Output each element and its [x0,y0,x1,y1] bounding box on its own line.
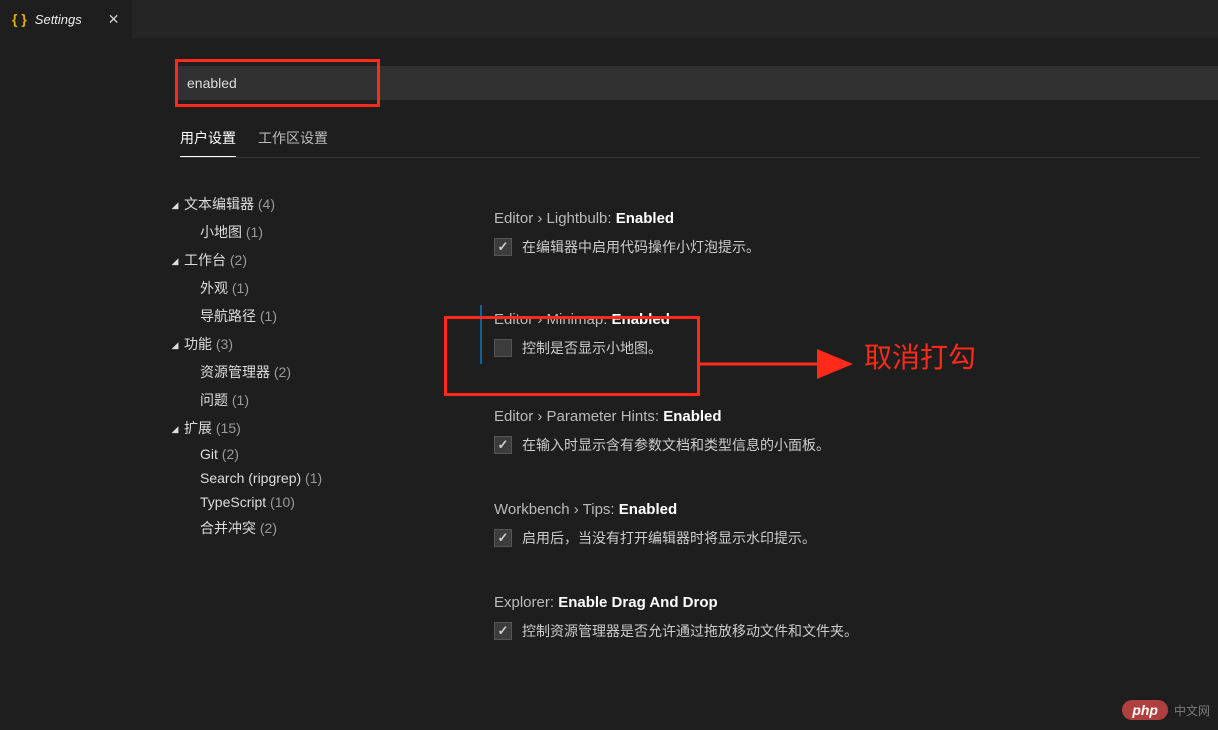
chevron-down-icon: ◢ [170,200,180,211]
tree-breadcrumbs[interactable]: 导航路径 (1) [160,302,440,330]
tree-git[interactable]: Git (2) [160,442,440,466]
watermark-pill: php [1122,700,1168,720]
tab-settings[interactable]: { } Settings ✕ [0,0,132,38]
setting-desc: 控制是否显示小地图。 [522,338,662,358]
tree-explorer[interactable]: 资源管理器 (2) [160,358,440,386]
chevron-down-icon: ◢ [170,340,180,351]
setting-desc: 在输入时显示含有参数文档和类型信息的小面板。 [522,435,830,455]
checkbox-drag-drop[interactable] [494,622,512,640]
tree-appearance[interactable]: 外观 (1) [160,274,440,302]
settings-subtabs: 用户设置 工作区设置 [180,128,1200,158]
tree-minimap[interactable]: 小地图 (1) [160,218,440,246]
setting-title: Editor › Parameter Hints: Enabled [494,408,1208,425]
checkbox-tips[interactable] [494,529,512,547]
tree-text-editor[interactable]: ◢文本编辑器 (4) [160,190,440,218]
setting-desc: 在编辑器中启用代码操作小灯泡提示。 [522,237,760,257]
setting-param-hints: Editor › Parameter Hints: Enabled 在输入时显示… [480,408,1208,455]
watermark-text: 中文网 [1174,702,1210,719]
tree-workbench[interactable]: ◢工作台 (2) [160,246,440,274]
chevron-down-icon: ◢ [170,256,180,267]
settings-search-input[interactable] [175,66,1218,100]
tab-title: Settings [35,12,82,27]
setting-title: Editor › Minimap: Enabled [494,311,1208,328]
chevron-down-icon: ◢ [170,424,180,435]
setting-lightbulb: Editor › Lightbulb: Enabled 在编辑器中启用代码操作小… [480,210,1208,257]
setting-desc: 控制资源管理器是否允许通过拖放移动文件和文件夹。 [522,621,858,641]
tab-user-settings[interactable]: 用户设置 [180,128,236,157]
setting-desc: 启用后，当没有打开编辑器时将显示水印提示。 [522,528,816,548]
tree-merge[interactable]: 合并冲突 (2) [160,514,440,542]
tab-bar: { } Settings ✕ [0,0,1218,38]
setting-title: Editor › Lightbulb: Enabled [494,210,1208,227]
tree-typescript[interactable]: TypeScript (10) [160,490,440,514]
settings-icon: { } [12,11,27,27]
checkbox-param-hints[interactable] [494,436,512,454]
tab-workspace-settings[interactable]: 工作区设置 [258,128,328,157]
setting-title: Workbench › Tips: Enabled [494,501,1208,518]
watermark: php 中文网 [1122,700,1210,720]
tree-features[interactable]: ◢功能 (3) [160,330,440,358]
tree-problems[interactable]: 问题 (1) [160,386,440,414]
checkbox-minimap[interactable] [494,339,512,357]
tree-extensions[interactable]: ◢扩展 (15) [160,414,440,442]
close-icon[interactable]: ✕ [108,11,120,28]
settings-tree: ◢文本编辑器 (4) 小地图 (1) ◢工作台 (2) 外观 (1) 导航路径 … [160,190,440,542]
checkbox-lightbulb[interactable] [494,238,512,256]
tree-search[interactable]: Search (ripgrep) (1) [160,466,440,490]
setting-tips: Workbench › Tips: Enabled 启用后，当没有打开编辑器时将… [480,501,1208,548]
setting-minimap: Editor › Minimap: Enabled 控制是否显示小地图。 [480,311,1208,358]
setting-drag-drop: Explorer: Enable Drag And Drop 控制资源管理器是否… [480,594,1208,641]
search-wrap [175,66,1218,100]
settings-list: Editor › Lightbulb: Enabled 在编辑器中启用代码操作小… [480,210,1208,683]
setting-title: Explorer: Enable Drag And Drop [494,594,1208,611]
